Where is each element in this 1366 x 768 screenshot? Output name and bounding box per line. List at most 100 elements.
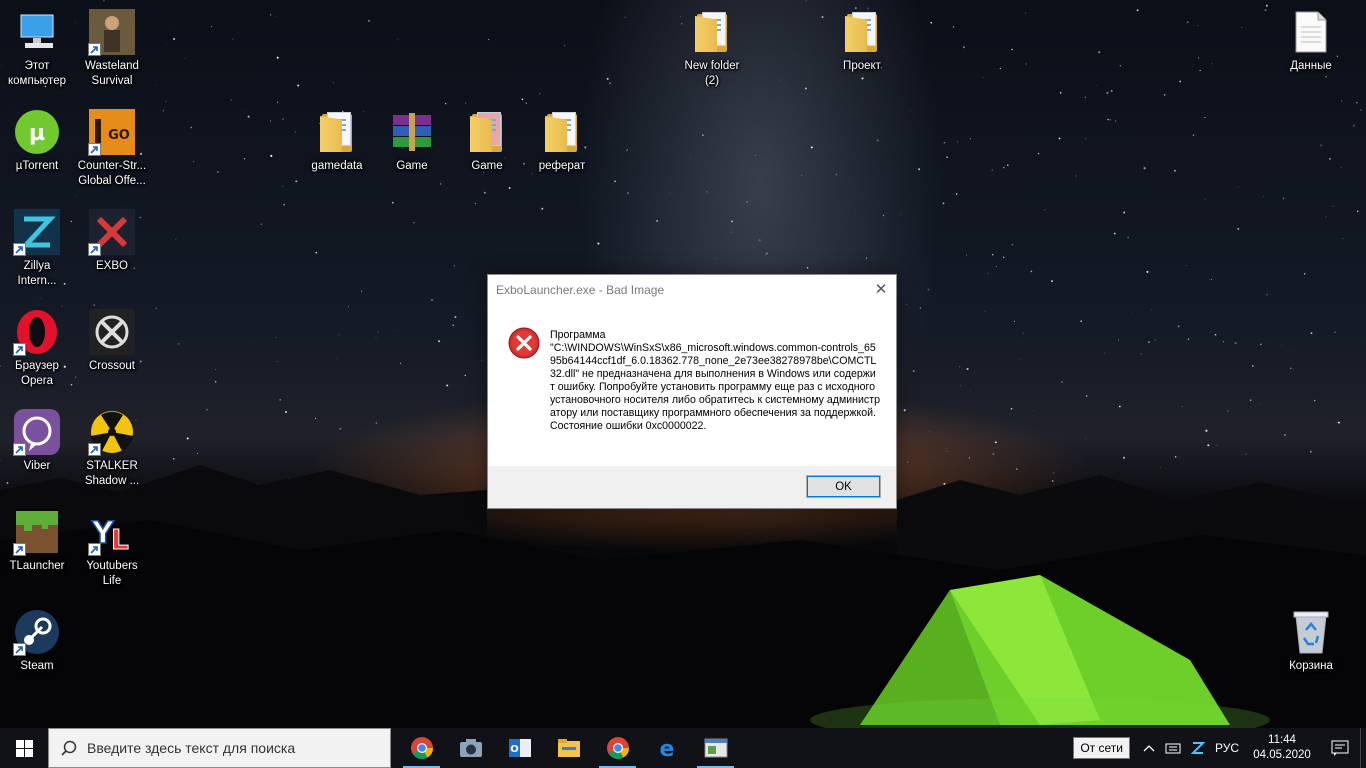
star [210, 25, 213, 28]
star [1143, 167, 1146, 170]
desktop-icon-utorrent[interactable]: µ µTorrent [0, 102, 74, 198]
star [609, 137, 611, 139]
star [714, 257, 716, 259]
desktop-icon-zillya[interactable]: Zillya Intern... [0, 202, 74, 298]
star [297, 84, 300, 87]
tray-keyboard[interactable] [1160, 728, 1186, 768]
desktop-icon-proekt-folder[interactable]: Проект [825, 2, 899, 98]
star [1104, 352, 1106, 354]
star [987, 272, 989, 274]
star [1051, 280, 1053, 283]
star [609, 82, 611, 84]
taskbar-camera[interactable] [446, 728, 495, 768]
desktop-icon-game-folder[interactable]: Game [450, 102, 524, 198]
search-box[interactable]: Введите здесь текст для поиска [48, 728, 391, 768]
star [876, 139, 879, 142]
start-button[interactable] [0, 728, 48, 768]
folder-icon [463, 108, 511, 156]
star [1204, 198, 1206, 200]
star [942, 202, 945, 205]
taskbar-outlook[interactable]: O [495, 728, 544, 768]
star [903, 409, 906, 412]
dialog-close-button[interactable]: ✕ [866, 275, 896, 303]
clock-date: 04.05.2020 [1253, 749, 1311, 761]
desktop-icon-csgo[interactable]: GO Counter-Str... Global Offe... [75, 102, 149, 198]
desktop-icon-crossout[interactable]: Crossout [75, 302, 149, 398]
star [270, 14, 272, 16]
desktop-icon-tlauncher[interactable]: TLauncher [0, 502, 74, 598]
star [1185, 265, 1187, 266]
star [958, 366, 961, 368]
language-indicator[interactable]: РУС [1210, 728, 1244, 768]
taskbar-app[interactable] [691, 728, 740, 768]
taskbar-edge[interactable]: e [642, 728, 691, 768]
taskbar-chrome-2[interactable] [593, 728, 642, 768]
star [165, 100, 167, 103]
action-center-button[interactable] [1320, 728, 1360, 768]
star [452, 324, 454, 326]
clock[interactable]: 11:44 04.05.2020 [1244, 728, 1320, 768]
desktop-icon-youtubers-life[interactable]: YL Youtubers Life [75, 502, 149, 598]
desktop-icon-game-archive[interactable]: Game [375, 102, 449, 198]
desktop-icon-dannye-file[interactable]: Данные [1274, 2, 1348, 98]
star [1119, 65, 1121, 67]
desktop-icon-referat-folder[interactable]: реферат [525, 102, 599, 198]
star [995, 265, 997, 267]
desktop-icon-opera[interactable]: Браузер Opera [0, 302, 74, 398]
taskbar-file-explorer[interactable] [544, 728, 593, 768]
taskbar-chrome-1[interactable] [397, 728, 446, 768]
star [244, 109, 246, 110]
star [1237, 227, 1240, 230]
star [962, 46, 965, 49]
star [1109, 118, 1112, 121]
show-hidden-icons-button[interactable] [1138, 728, 1160, 768]
star [656, 220, 658, 222]
star [966, 254, 968, 256]
star [1006, 164, 1009, 167]
stalker-icon [88, 408, 136, 456]
desktop-icon-gamedata-folder[interactable]: gamedata [300, 102, 374, 198]
tray-zillya[interactable] [1186, 728, 1210, 768]
star [1177, 325, 1180, 328]
star [190, 126, 193, 129]
star [627, 192, 629, 194]
desktop-icon-new-folder-2[interactable]: New folder (2) [675, 2, 749, 98]
star [991, 253, 994, 256]
desktop-icon-viber[interactable]: Viber [0, 402, 74, 498]
star [1114, 222, 1116, 224]
desktop-icon-wasteland-survival[interactable]: Wasteland Survival [75, 2, 149, 98]
star [275, 15, 277, 17]
star [930, 21, 933, 24]
desktop-icon-exbo[interactable]: EXBO [75, 202, 149, 298]
desktop-icon-recycle-bin[interactable]: Корзина [1274, 602, 1348, 698]
star [1237, 186, 1239, 188]
windows-logo-icon [15, 739, 33, 757]
star [347, 306, 349, 308]
star [1264, 9, 1267, 12]
computer-icon [13, 8, 61, 56]
star [564, 45, 566, 47]
dialog-footer: OK [488, 466, 896, 508]
star [1154, 339, 1156, 341]
star [900, 214, 902, 215]
star [1352, 124, 1355, 127]
star [276, 56, 279, 59]
star [230, 99, 232, 101]
ok-button[interactable]: OK [806, 475, 881, 498]
star [155, 85, 157, 87]
steam-icon [13, 608, 61, 656]
star [1106, 91, 1109, 94]
star [521, 98, 524, 101]
desktop-icon-stalker[interactable]: STALKER Shadow ... [75, 402, 149, 498]
desktop-icon-this-pc[interactable]: Этот компьютер [0, 2, 74, 98]
outlook-icon: O [508, 739, 531, 757]
star [1019, 358, 1021, 360]
search-placeholder: Введите здесь текст для поиска [87, 740, 296, 756]
show-desktop-button[interactable] [1360, 728, 1366, 768]
star [943, 141, 946, 144]
system-tray: От сети РУС 11:44 04.05.2020 [1073, 728, 1366, 768]
desktop-icon-steam[interactable]: Steam [0, 602, 74, 698]
folder-icon [313, 108, 361, 156]
star [1192, 134, 1195, 137]
clock-time: 11:44 [1268, 734, 1296, 746]
